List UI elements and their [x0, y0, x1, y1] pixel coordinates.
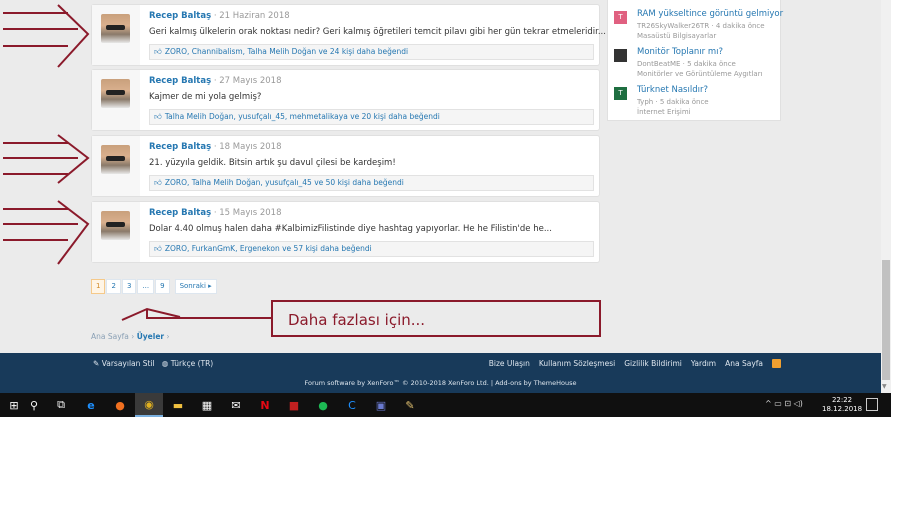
edge-icon[interactable]: e: [77, 393, 105, 417]
arrow-post-3: [3, 134, 90, 184]
scrollbar-thumb[interactable]: [882, 260, 890, 380]
app-icon[interactable]: ▣: [367, 393, 395, 417]
forum-page: Recep Baltaş · 21 Haziran 2018 Geri kalm…: [0, 0, 891, 393]
footer: ✎ Varsayılan Stil ◍ Türkçe (TR) Bize Ula…: [0, 353, 881, 393]
arrow-to-pagination: [121, 307, 271, 321]
firefox-icon[interactable]: ●: [106, 393, 134, 417]
brush-icon: ✎: [93, 359, 100, 368]
file-explorer-icon[interactable]: ▬: [164, 393, 192, 417]
notification-icon[interactable]: [866, 398, 878, 411]
clock[interactable]: 22:22 18.12.2018: [822, 396, 862, 414]
copyright: Forum software by XenForo™ © 2010-2018 X…: [304, 379, 577, 387]
date: 18.12.2018: [822, 405, 863, 413]
netflix-icon[interactable]: N: [251, 393, 279, 417]
store-icon[interactable]: ▦: [193, 393, 221, 417]
time: 22:22: [831, 396, 853, 404]
language-chooser[interactable]: Türkçe (TR): [171, 359, 214, 368]
footer-link-home[interactable]: Ana Sayfa: [725, 359, 763, 368]
paint-icon[interactable]: ✎: [396, 393, 424, 417]
taskbar: ⊞ ⚲ ⧉ e ● ◉ ▬ ▦ ✉ N ■ ● C ▣ ✎ ^ ▭ ⊡ ◁) 2…: [0, 393, 891, 417]
rss-icon[interactable]: [772, 359, 781, 368]
system-tray-icons[interactable]: ^ ▭ ⊡ ◁): [765, 399, 803, 408]
vertical-scrollbar[interactable]: ▼: [881, 0, 891, 393]
scroll-down-icon[interactable]: ▼: [882, 383, 887, 390]
arrow-post-1: [3, 4, 90, 68]
footer-link-contact[interactable]: Bize Ulaşın: [489, 359, 530, 368]
task-view-icon[interactable]: ⧉: [47, 393, 75, 417]
style-chooser[interactable]: Varsayılan Stil: [102, 359, 155, 368]
spotify-icon[interactable]: ●: [309, 393, 337, 417]
annotation-arrows: [3, 4, 271, 321]
footer-link-terms[interactable]: Kullanım Sözleşmesi: [539, 359, 615, 368]
chrome-icon[interactable]: ◉: [135, 393, 163, 417]
footer-link-help[interactable]: Yardım: [691, 359, 716, 368]
globe-icon: ◍: [161, 359, 169, 368]
app-icon[interactable]: ■: [280, 393, 308, 417]
search-icon[interactable]: ⚲: [20, 393, 48, 417]
footer-link-privacy[interactable]: Gizlilik Bildirimi: [624, 359, 682, 368]
arrow-post-4: [3, 200, 90, 265]
ccleaner-icon[interactable]: C: [338, 393, 366, 417]
mail-icon[interactable]: ✉: [222, 393, 250, 417]
